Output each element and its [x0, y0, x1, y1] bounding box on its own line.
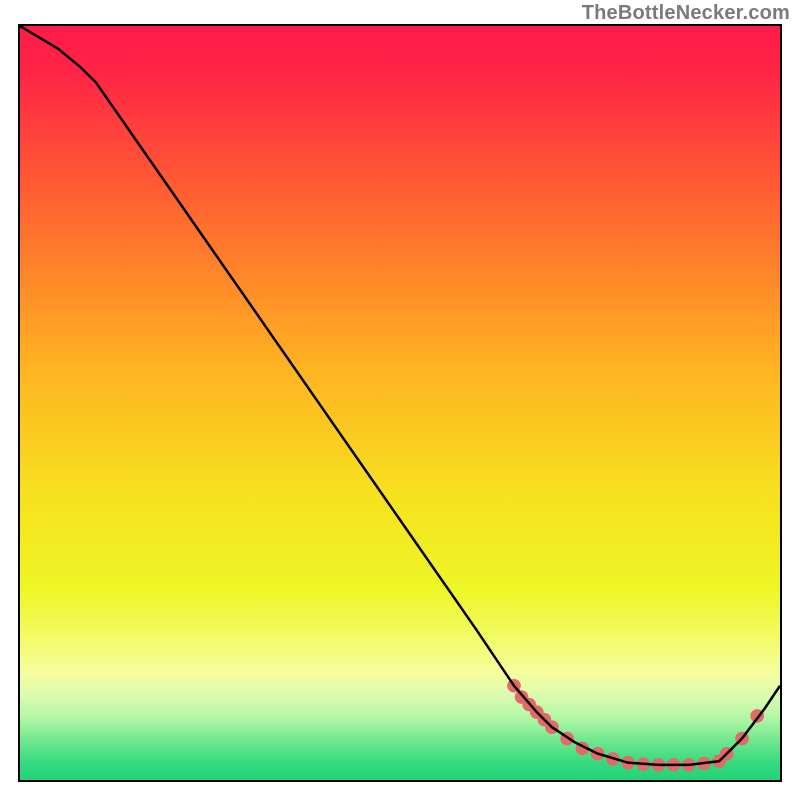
bottleneck-curve	[20, 26, 780, 765]
chart-stage: TheBottleNecker.com	[0, 0, 800, 800]
plot-frame	[18, 24, 782, 782]
highlight-dots	[507, 679, 764, 772]
watermark-text: TheBottleNecker.com	[582, 2, 790, 25]
chart-svg	[20, 26, 780, 780]
